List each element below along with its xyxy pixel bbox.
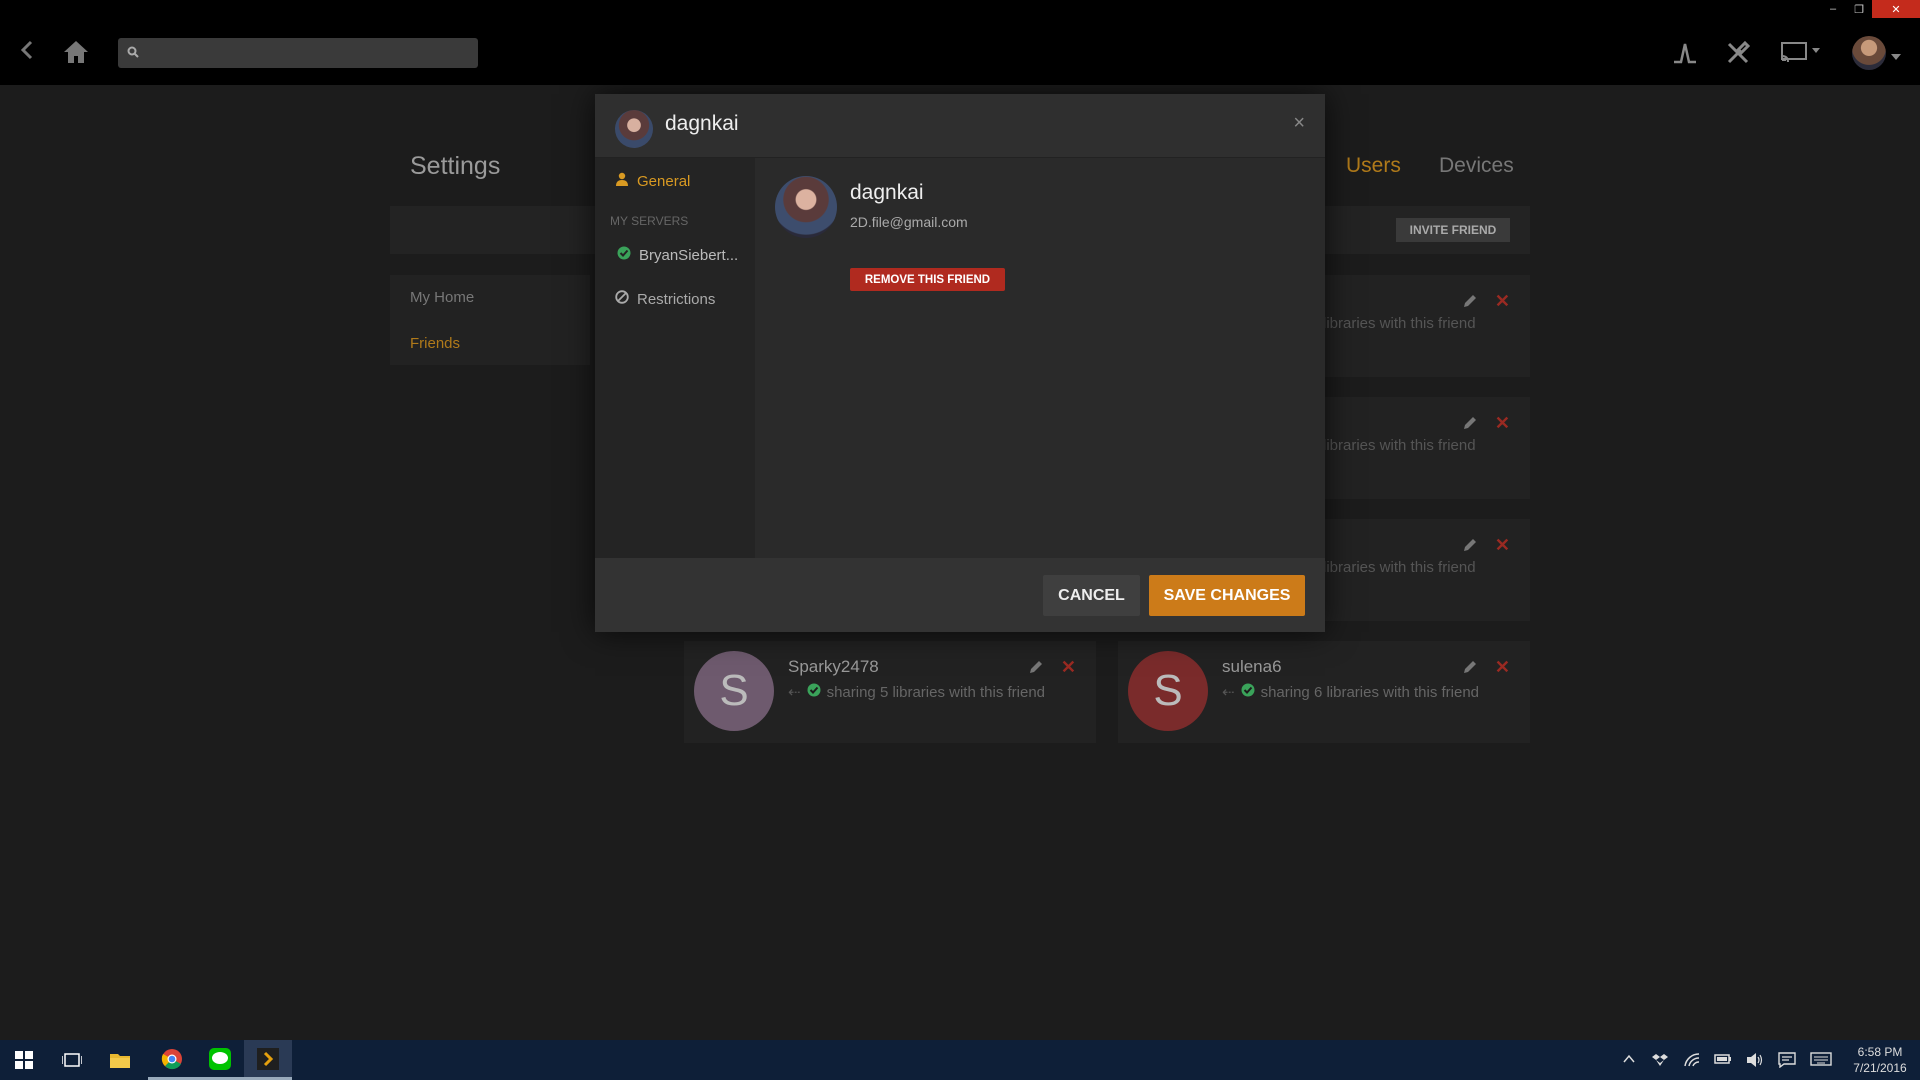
clock-time: 6:58 PM — [1857, 1045, 1903, 1059]
edit-icon[interactable] — [1462, 659, 1478, 680]
friend-avatar-large — [775, 176, 837, 238]
edit-icon[interactable] — [1462, 415, 1478, 436]
friend-avatar: S — [1128, 651, 1208, 731]
check-circle-icon — [617, 246, 631, 264]
chevron-up-icon[interactable] — [1622, 1052, 1636, 1071]
share-status: ⇠ sharing 6 libraries with this friend — [1222, 683, 1479, 701]
system-clock[interactable]: 6:58 PM 7/21/2016 — [1848, 1044, 1912, 1076]
friend-avatar — [615, 110, 653, 148]
save-changes-button[interactable]: SAVE CHANGES — [1149, 575, 1305, 616]
close-window-button[interactable]: ✕ — [1872, 0, 1920, 18]
arrow-icon: ⇠ — [788, 684, 801, 701]
tab-users[interactable]: Users — [1346, 154, 1401, 178]
settings-icon[interactable] — [1725, 40, 1751, 71]
cancel-button[interactable]: CANCEL — [1043, 575, 1140, 616]
clock-date: 7/21/2016 — [1853, 1061, 1907, 1075]
user-icon — [615, 172, 629, 190]
action-center-icon[interactable] — [1778, 1052, 1796, 1073]
file-explorer-icon[interactable] — [96, 1040, 144, 1080]
share-status: libraries with this friend — [1323, 315, 1476, 332]
sidebar-item-label: BryanSiebert... — [639, 246, 739, 264]
share-text: sharing 5 libraries with this friend — [826, 683, 1046, 701]
share-text: sharing 6 libraries with this friend — [1260, 683, 1480, 701]
friend-email: 2D.file@gmail.com — [850, 214, 968, 230]
tab-devices[interactable]: Devices — [1439, 154, 1514, 178]
invite-friend-button[interactable]: INVITE FRIEND — [1396, 218, 1510, 242]
back-icon[interactable] — [18, 40, 38, 60]
taskbar: 6:58 PM 7/21/2016 — [0, 1040, 1920, 1080]
dialog-body: dagnkai 2D.file@gmail.com REMOVE THIS FR… — [755, 158, 1325, 558]
volume-icon[interactable] — [1746, 1052, 1764, 1073]
share-status: libraries with this friend — [1323, 437, 1476, 454]
block-icon — [615, 290, 629, 308]
edit-icon[interactable] — [1462, 293, 1478, 314]
chevron-down-icon[interactable] — [1890, 48, 1902, 66]
edit-icon[interactable] — [1462, 537, 1478, 558]
page-title: Settings — [410, 152, 501, 180]
remove-friend-icon[interactable]: ✕ — [1495, 535, 1510, 556]
home-icon[interactable] — [62, 38, 90, 66]
task-view-icon[interactable] — [48, 1040, 96, 1080]
chrome-icon[interactable] — [148, 1040, 196, 1080]
sidebar-item-server[interactable]: BryanSiebert... — [617, 246, 738, 264]
activity-icon[interactable] — [1672, 40, 1698, 71]
friend-name: dagnkai — [850, 181, 924, 204]
remove-friend-icon[interactable]: ✕ — [1061, 657, 1076, 678]
restore-button[interactable]: ❐ — [1846, 0, 1872, 18]
search-input[interactable] — [146, 38, 471, 68]
friend-card: S sulena6 ⇠ sharing 6 libraries with thi… — [1118, 641, 1530, 743]
friend-card: S Sparky2478 ⇠ sharing 5 libraries with … — [684, 641, 1096, 743]
sidebar-item-restrictions[interactable]: Restrictions — [615, 290, 715, 308]
search-box — [118, 38, 478, 68]
nav-item-my-home[interactable]: My Home — [410, 289, 474, 306]
remove-friend-button[interactable]: REMOVE THIS FRIEND — [850, 268, 1005, 291]
friend-name: Sparky2478 — [788, 657, 879, 676]
sidebar-item-label: General — [637, 172, 691, 190]
window-controls: – ❐ ✕ — [1820, 0, 1920, 18]
nav-item-friends[interactable]: Friends — [410, 335, 460, 352]
share-status: libraries with this friend — [1323, 559, 1476, 576]
sidebar-item-label: Restrictions — [637, 290, 716, 308]
top-bar — [0, 0, 1920, 85]
check-circle-icon — [1241, 683, 1255, 701]
sidebar-item-general[interactable]: General — [615, 172, 690, 190]
remove-friend-icon[interactable]: ✕ — [1495, 413, 1510, 434]
network-icon[interactable] — [1684, 1052, 1700, 1073]
sidebar-heading: MY SERVERS — [610, 214, 689, 228]
edit-friend-dialog: dagnkai × General MY SERVERS BryanSieber… — [595, 94, 1325, 632]
search-icon — [127, 46, 140, 64]
edit-icon[interactable] — [1028, 659, 1044, 680]
minimize-button[interactable]: – — [1820, 0, 1846, 18]
share-status: ⇠ sharing 5 libraries with this friend — [788, 683, 1045, 701]
plex-app-icon[interactable] — [244, 1040, 292, 1080]
check-circle-icon — [807, 683, 821, 701]
close-icon[interactable]: × — [1293, 112, 1305, 135]
user-avatar[interactable] — [1852, 36, 1886, 70]
arrow-icon: ⇠ — [1222, 684, 1235, 701]
dialog-footer: CANCEL SAVE CHANGES — [595, 558, 1325, 632]
remove-friend-icon[interactable]: ✕ — [1495, 291, 1510, 312]
windows-start-icon[interactable] — [0, 1040, 48, 1080]
dialog-header: dagnkai × — [595, 94, 1325, 158]
dialog-title: dagnkai — [665, 112, 739, 135]
remove-friend-icon[interactable]: ✕ — [1495, 657, 1510, 678]
dropbox-icon[interactable] — [1652, 1052, 1668, 1073]
cast-icon[interactable] — [1780, 40, 1824, 69]
friend-avatar: S — [694, 651, 774, 731]
battery-icon[interactable] — [1714, 1052, 1732, 1071]
keyboard-icon[interactable] — [1810, 1052, 1832, 1071]
friend-name: sulena6 — [1222, 657, 1282, 676]
line-app-icon[interactable] — [196, 1040, 244, 1080]
